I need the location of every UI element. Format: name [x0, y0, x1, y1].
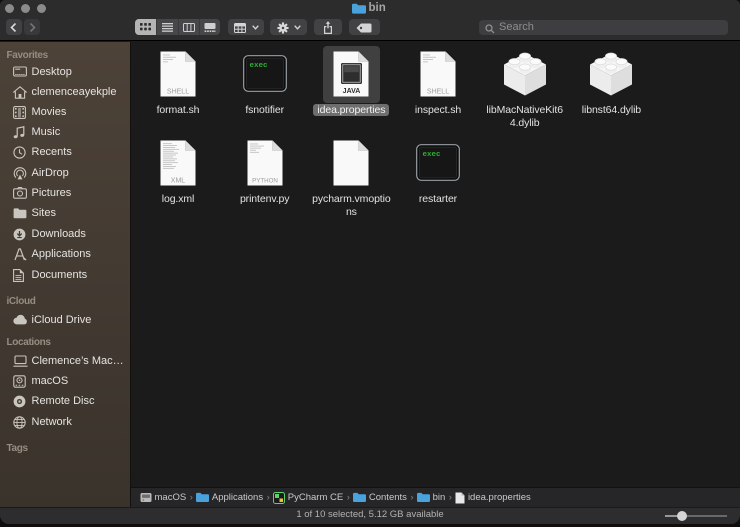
svg-text:exec: exec: [423, 151, 442, 159]
svg-text:SHELL: SHELL: [167, 88, 189, 95]
svg-text:PYTHON: PYTHON: [252, 177, 278, 184]
svg-text:SHELL: SHELL: [427, 88, 449, 95]
svg-text:XML: XML: [171, 177, 186, 184]
svg-text:exec: exec: [249, 62, 268, 70]
svg-text:JAVA: JAVA: [343, 88, 361, 95]
